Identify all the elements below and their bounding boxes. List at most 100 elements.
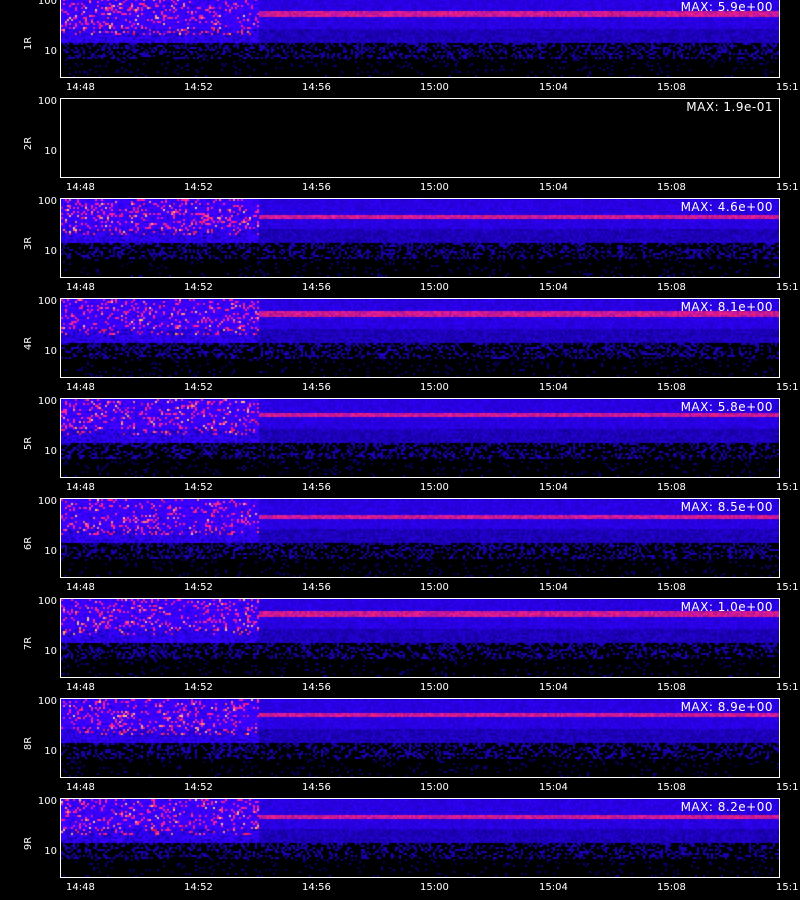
max-value-label: MAX: 8.1e+00 (680, 300, 773, 314)
y-tick-label: 100 (37, 396, 57, 407)
x-tick-label: 15:1 (776, 382, 799, 393)
x-tick-label: 15:08 (657, 882, 686, 893)
max-value-label: MAX: 5.9e+00 (680, 0, 773, 14)
x-tick-label: 15:08 (657, 282, 686, 293)
x-tick-label: 14:56 (302, 582, 331, 593)
y-tick-label: 10 (44, 346, 57, 357)
spectrogram-image (61, 799, 779, 877)
x-tick-label: 14:48 (66, 482, 95, 493)
spectrogram-panel: 6R 100 10 MAX: 8.5e+00 14:48 14:52 14:56 15:00 1… (0, 496, 800, 598)
x-tick-label: 15:04 (539, 582, 568, 593)
x-tick-label: 14:48 (66, 782, 95, 793)
y-tick-label: 10 (44, 546, 57, 557)
x-tick-label: 15:00 (420, 882, 449, 893)
y-tick-label: 100 (37, 196, 57, 207)
y-tick-label: 100 (37, 296, 57, 307)
y-tick-label: 100 (37, 96, 57, 107)
x-tick-label: 14:56 (302, 782, 331, 793)
x-tick-label: 15:00 (420, 482, 449, 493)
max-value-label: MAX: 5.8e+00 (680, 400, 773, 414)
x-tick-label: 15:00 (420, 182, 449, 193)
spectrogram-image (61, 299, 779, 377)
max-value-label: MAX: 8.5e+00 (680, 500, 773, 514)
spectrogram-panel: 5R 100 10 MAX: 5.8e+00 14:48 14:52 14:56 15:00 1… (0, 396, 800, 498)
x-tick-label: 15:1 (776, 82, 799, 93)
spectrogram-plot: MAX: 8.9e+00 (60, 698, 780, 778)
x-tick-label: 15:00 (420, 682, 449, 693)
y-tick-label: 10 (44, 246, 57, 257)
y-tick-label: 100 (37, 596, 57, 607)
x-tick-label: 15:1 (776, 482, 799, 493)
spectrogram-panel: 4R 100 10 MAX: 8.1e+00 14:48 14:52 14:56 15:00 1… (0, 296, 800, 398)
x-tick-label: 14:52 (184, 282, 213, 293)
x-tick-label: 14:56 (302, 382, 331, 393)
spectrogram-plot: MAX: 5.9e+00 (60, 0, 780, 78)
x-tick-label: 14:56 (302, 82, 331, 93)
x-tick-label: 14:56 (302, 682, 331, 693)
spectrogram-image (61, 199, 779, 277)
x-tick-label: 14:52 (184, 82, 213, 93)
spectrogram-panel: 8R 100 10 MAX: 8.9e+00 14:48 14:52 14:56 15:00 1… (0, 696, 800, 798)
spectrogram-image (61, 599, 779, 677)
x-tick-label: 15:1 (776, 582, 799, 593)
x-tick-label: 14:48 (66, 682, 95, 693)
x-tick-label: 15:08 (657, 582, 686, 593)
y-tick-label: 10 (44, 446, 57, 457)
x-tick-label: 14:56 (302, 282, 331, 293)
spectrogram-image (61, 499, 779, 577)
x-tick-label: 14:48 (66, 582, 95, 593)
spectrogram-panel: 2R 100 10 MAX: 1.9e-01 14:48 14:52 14:56 15:00 1… (0, 96, 800, 198)
x-tick-label: 15:08 (657, 182, 686, 193)
x-tick-label: 15:1 (776, 282, 799, 293)
spectrogram-image (61, 99, 779, 177)
x-tick-label: 15:00 (420, 282, 449, 293)
spectrogram-stack: 1R 100 10 MAX: 5.9e+00 14:48 14:52 14:56 15:00 1… (0, 0, 800, 900)
y-tick-label: 100 (37, 496, 57, 507)
x-tick-label: 14:48 (66, 182, 95, 193)
spectrogram-plot: MAX: 8.2e+00 (60, 798, 780, 878)
x-tick-label: 15:00 (420, 782, 449, 793)
x-tick-label: 14:52 (184, 182, 213, 193)
spectrogram-image (61, 0, 779, 77)
y-tick-label: 10 (44, 46, 57, 57)
y-tick-label: 10 (44, 846, 57, 857)
spectrogram-plot: MAX: 5.8e+00 (60, 398, 780, 478)
x-tick-label: 15:08 (657, 82, 686, 93)
x-tick-label: 15:1 (776, 182, 799, 193)
spectrogram-image (61, 699, 779, 777)
x-tick-label: 14:56 (302, 882, 331, 893)
y-tick-label: 100 (37, 696, 57, 707)
y-tick-label: 10 (44, 746, 57, 757)
x-tick-label: 14:52 (184, 882, 213, 893)
spectrogram-plot: MAX: 4.6e+00 (60, 198, 780, 278)
x-tick-label: 15:08 (657, 682, 686, 693)
max-value-label: MAX: 1.0e+00 (680, 600, 773, 614)
x-tick-label: 15:00 (420, 582, 449, 593)
x-tick-label: 15:04 (539, 82, 568, 93)
x-tick-label: 14:48 (66, 82, 95, 93)
y-tick-label: 100 (37, 0, 57, 7)
spectrogram-plot: MAX: 8.5e+00 (60, 498, 780, 578)
spectrogram-panel: 7R 100 10 MAX: 1.0e+00 14:48 14:52 14:56 15:00 1… (0, 596, 800, 698)
x-tick-label: 15:00 (420, 382, 449, 393)
x-tick-label: 14:52 (184, 782, 213, 793)
spectrogram-plot: MAX: 1.0e+00 (60, 598, 780, 678)
spectrogram-plot: MAX: 8.1e+00 (60, 298, 780, 378)
spectrogram-plot: MAX: 1.9e-01 (60, 98, 780, 178)
x-tick-label: 15:04 (539, 882, 568, 893)
x-tick-label: 15:08 (657, 382, 686, 393)
x-tick-label: 14:48 (66, 382, 95, 393)
y-tick-label: 10 (44, 646, 57, 657)
x-tick-label: 14:52 (184, 482, 213, 493)
x-tick-label: 15:04 (539, 682, 568, 693)
x-tick-label: 15:04 (539, 482, 568, 493)
x-tick-label: 15:1 (776, 782, 799, 793)
x-tick-label: 14:48 (66, 882, 95, 893)
x-tick-label: 15:08 (657, 782, 686, 793)
x-tick-label: 15:04 (539, 782, 568, 793)
max-value-label: MAX: 4.6e+00 (680, 200, 773, 214)
x-tick-label: 14:48 (66, 282, 95, 293)
x-tick-label: 15:1 (776, 682, 799, 693)
max-value-label: MAX: 8.2e+00 (680, 800, 773, 814)
y-tick-label: 100 (37, 796, 57, 807)
